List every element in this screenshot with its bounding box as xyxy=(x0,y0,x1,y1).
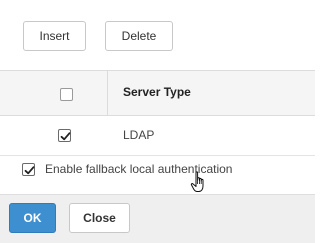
select-all-checkbox[interactable] xyxy=(60,88,73,101)
fallback-checkbox[interactable] xyxy=(22,163,35,176)
checkmark-icon xyxy=(24,166,35,175)
close-button[interactable]: Close xyxy=(69,203,130,233)
insert-button[interactable]: Insert xyxy=(23,21,86,51)
server-type-cell: LDAP xyxy=(123,128,155,142)
column-divider xyxy=(107,71,108,116)
fallback-option[interactable]: Enable fallback local authentication xyxy=(0,158,315,182)
server-table: Server Type LDAP xyxy=(0,70,315,157)
toolbar: Insert Delete xyxy=(0,0,315,70)
dialog-footer: OK Close xyxy=(0,194,315,243)
delete-button[interactable]: Delete xyxy=(105,21,173,51)
table-header: Server Type xyxy=(0,70,315,116)
hand-pointer-icon xyxy=(190,171,204,192)
ok-button[interactable]: OK xyxy=(9,203,56,233)
row-checkbox[interactable] xyxy=(58,129,71,142)
checkmark-icon xyxy=(60,132,71,141)
column-header-server-type[interactable]: Server Type xyxy=(123,85,191,99)
table-row[interactable]: LDAP xyxy=(0,116,315,156)
